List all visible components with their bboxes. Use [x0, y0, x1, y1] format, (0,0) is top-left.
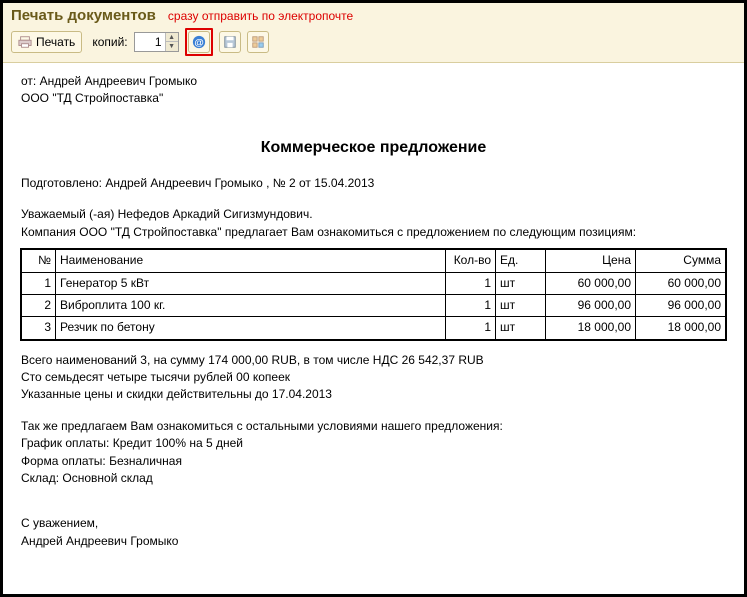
col-num: №	[22, 250, 56, 272]
col-name: Наименование	[56, 250, 446, 272]
table-header-row: № Наименование Кол-во Ед. Цена Сумма	[22, 250, 726, 272]
document-title: Коммерческое предложение	[21, 136, 726, 159]
extra-intro: Так же предлагаем Вам ознакомиться с ост…	[21, 418, 726, 435]
dear-line: Уважаемый (-ая) Нефедов Аркадий Сигизмун…	[21, 206, 726, 223]
floppy-icon	[223, 35, 237, 49]
table-row: 2 Виброплита 100 кг. 1 шт 96 000,00 96 0…	[22, 294, 726, 316]
spinner-down[interactable]: ▼	[166, 42, 178, 51]
email-icon: @	[192, 35, 206, 49]
copies-spinner[interactable]: ▲ ▼	[134, 32, 179, 52]
intro-line: Компания ООО "ТД Стройпоставка" предлага…	[21, 224, 726, 241]
pay-schedule: График оплаты: Кредит 100% на 5 дней	[21, 435, 726, 452]
window-title: Печать документов	[11, 7, 156, 24]
spinner-up[interactable]: ▲	[166, 33, 178, 42]
annotation-text: сразу отправить по электропочте	[168, 9, 353, 23]
email-button-highlight: @	[185, 28, 213, 56]
warehouse: Склад: Основной склад	[21, 470, 726, 487]
copies-label: копий:	[92, 35, 127, 49]
col-price: Цена	[546, 250, 636, 272]
print-button[interactable]: Печать	[11, 31, 82, 53]
prepared-line: Подготовлено: Андрей Андреевич Громыко ,…	[21, 175, 726, 192]
save-button[interactable]	[219, 31, 241, 53]
svg-text:@: @	[194, 38, 203, 49]
valid-until: Указанные цены и скидки действительны до…	[21, 386, 726, 403]
col-sum: Сумма	[636, 250, 726, 272]
email-button[interactable]: @	[188, 31, 210, 53]
table-row: 1 Генератор 5 кВт 1 шт 60 000,00 60 000,…	[22, 272, 726, 294]
settings-icon	[251, 35, 265, 49]
print-button-label: Печать	[36, 35, 75, 49]
printer-icon	[18, 35, 32, 49]
regards: С уважением,	[21, 515, 726, 532]
total-line: Всего наименований 3, на сумму 174 000,0…	[21, 352, 726, 369]
items-table: № Наименование Кол-во Ед. Цена Сумма 1 Г…	[21, 249, 726, 340]
print-window: Печать документов сразу отправить по эле…	[0, 0, 747, 597]
col-unit: Ед.	[496, 250, 546, 272]
from-line: от: Андрей Андреевич Громыко	[21, 73, 726, 90]
org-line: ООО "ТД Стройпоставка"	[21, 90, 726, 107]
window-header: Печать документов сразу отправить по эле…	[3, 3, 744, 63]
col-qty: Кол-во	[446, 250, 496, 272]
settings-button[interactable]	[247, 31, 269, 53]
copies-input[interactable]	[135, 34, 165, 50]
toolbar: Печать копий: ▲ ▼ @	[11, 28, 736, 56]
document-body: от: Андрей Андреевич Громыко ООО "ТД Стр…	[3, 63, 744, 560]
signature: Андрей Андреевич Громыко	[21, 533, 726, 550]
total-words: Сто семьдесят четыре тысячи рублей 00 ко…	[21, 369, 726, 386]
table-row: 3 Резчик по бетону 1 шт 18 000,00 18 000…	[22, 317, 726, 339]
pay-form: Форма оплаты: Безналичная	[21, 453, 726, 470]
